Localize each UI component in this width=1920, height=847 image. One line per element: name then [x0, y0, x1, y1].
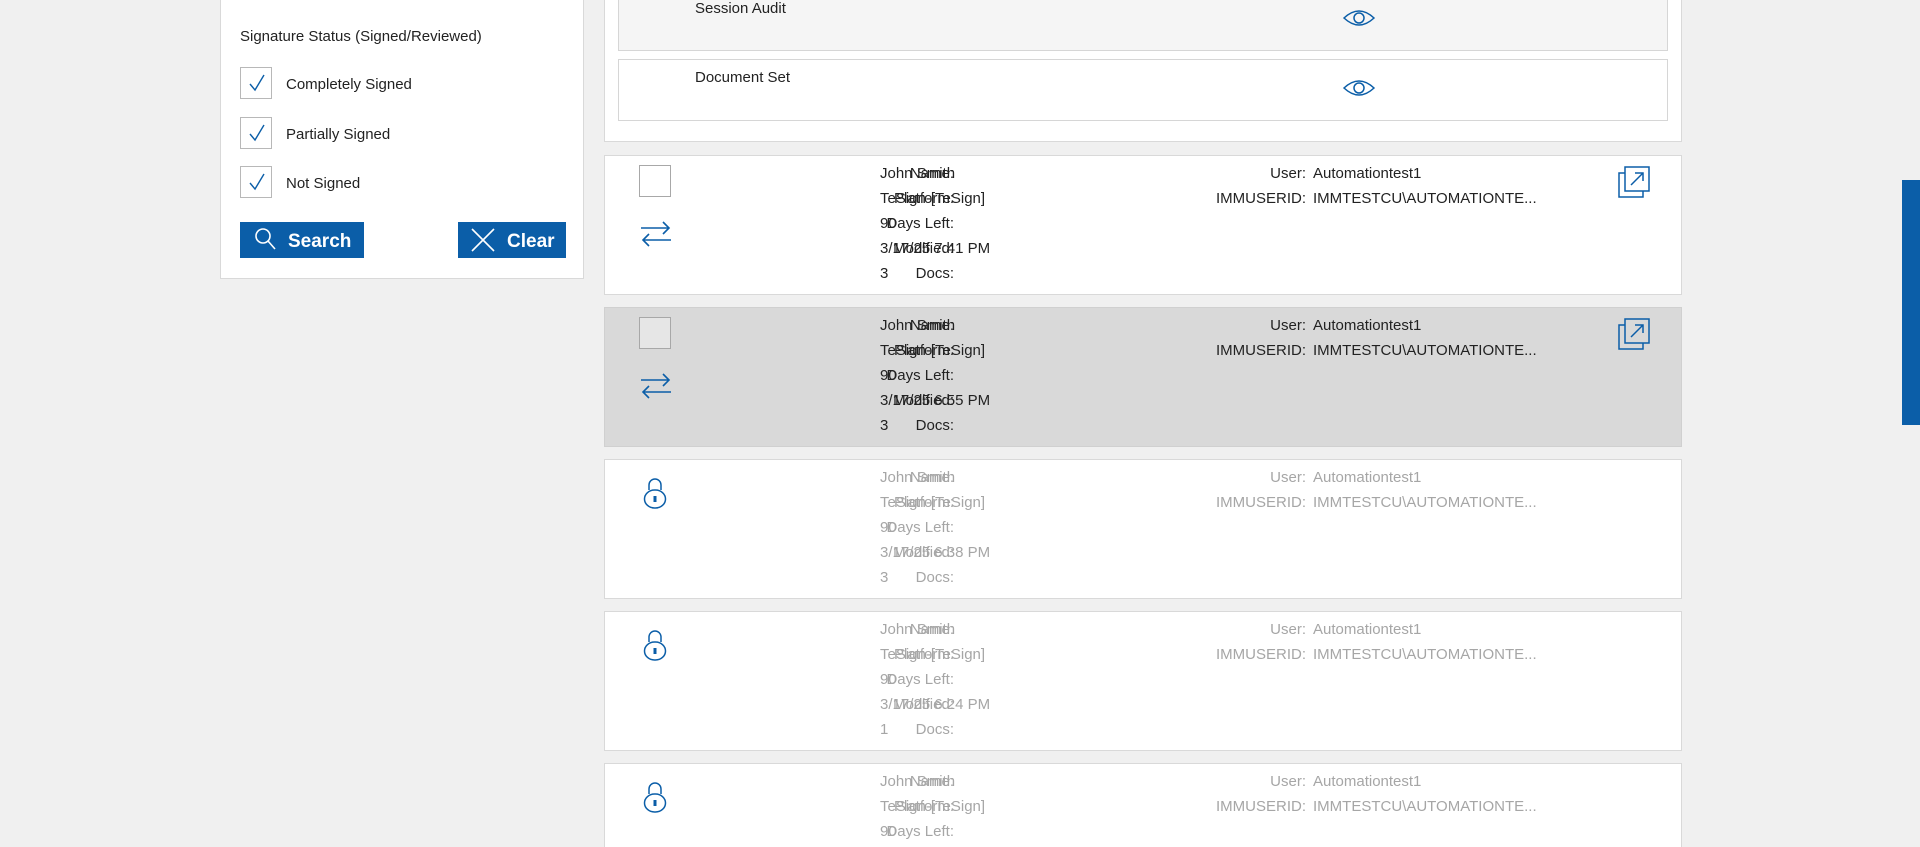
days-left-value: 90 — [880, 367, 897, 384]
filter-title: Signature Status (Signed/Reviewed) — [240, 28, 482, 45]
partially-signed-label: Partially Signed — [286, 126, 391, 143]
user-value: Automationtest1 — [1313, 773, 1422, 790]
clear-button-label: Clear — [507, 231, 555, 252]
clear-button[interactable]: Clear — [458, 222, 566, 258]
session-card[interactable]: Name: John Smith Platform: TeSign-[TeSig… — [604, 307, 1682, 447]
search-button-label: Search — [288, 231, 352, 252]
lock-icon — [643, 630, 667, 661]
days-left-value: 90 — [880, 519, 897, 536]
lock-icon — [643, 478, 667, 509]
platform-value: TeSign-[TeSign] — [880, 190, 986, 207]
immuserid-value: IMMTESTCU\AUTOMATIONTE... — [1313, 646, 1537, 663]
check-icon — [249, 74, 265, 92]
immuserid-label: IMMUSERID: — [1216, 798, 1306, 815]
docs-value: 3 — [880, 569, 889, 586]
not-signed-checkbox[interactable] — [240, 166, 272, 198]
name-value: John Smith — [880, 621, 956, 638]
days-left-value: 90 — [880, 215, 897, 232]
docs-value: 3 — [880, 265, 889, 282]
lock-icon — [643, 782, 667, 813]
immuserid-label: IMMUSERID: — [1216, 646, 1306, 663]
session-card: Name: John Smith Platform: TeSign-[TeSig… — [604, 611, 1682, 751]
session-select-checkbox[interactable] — [639, 165, 671, 197]
docs-label: Docs: — [915, 265, 954, 282]
platform-value: TeSign-[TeSign] — [880, 646, 986, 663]
session-card: Name: John Smith Platform: TeSign-[TeSig… — [604, 763, 1682, 847]
completely-signed-label: Completely Signed — [286, 76, 412, 93]
user-value: Automationtest1 — [1313, 621, 1422, 638]
partially-signed-checkbox[interactable] — [240, 117, 272, 149]
immuserid-value: IMMTESTCU\AUTOMATIONTE... — [1313, 798, 1537, 815]
docs-label: Docs: — [915, 417, 954, 434]
open-external-icon[interactable] — [1617, 317, 1651, 351]
check-icon — [249, 173, 265, 191]
user-label: User: — [1270, 165, 1306, 182]
swap-arrows-icon[interactable] — [639, 371, 673, 401]
days-left-value: 90 — [880, 823, 897, 840]
name-value: John Smith — [880, 773, 956, 790]
docs-label: Docs: — [915, 569, 954, 586]
not-signed-label: Not Signed — [286, 175, 361, 192]
document-row-document-set: Document Set — [618, 59, 1668, 121]
immuserid-value: IMMTESTCU\AUTOMATIONTE... — [1313, 494, 1537, 511]
platform-value: TeSign-[TeSign] — [880, 798, 986, 815]
check-icon — [249, 124, 265, 142]
days-left-value: 90 — [880, 671, 897, 688]
immuserid-label: IMMUSERID: — [1216, 342, 1306, 359]
immuserid-value: IMMTESTCU\AUTOMATIONTE... — [1313, 190, 1537, 207]
user-label: User: — [1270, 469, 1306, 486]
immuserid-label: IMMUSERID: — [1216, 190, 1306, 207]
user-value: Automationtest1 — [1313, 165, 1422, 182]
immuserid-value: IMMTESTCU\AUTOMATIONTE... — [1313, 342, 1537, 359]
document-title: Session Audit — [695, 0, 786, 17]
document-row-session-audit: Session Audit — [618, 0, 1668, 51]
open-external-icon[interactable] — [1617, 165, 1651, 199]
document-list-panel: Session Audit Document Set — [604, 0, 1682, 142]
document-title: Document Set — [695, 69, 791, 86]
completely-signed-checkbox[interactable] — [240, 67, 272, 99]
docs-label: Docs: — [915, 721, 954, 738]
user-label: User: — [1270, 317, 1306, 334]
session-card[interactable]: Name: John Smith Platform: TeSign-[TeSig… — [604, 155, 1682, 295]
modified-value: 3/17/25 6:24 PM — [880, 696, 991, 713]
name-value: John Smith — [880, 165, 956, 182]
name-value: John Smith — [880, 317, 956, 334]
user-label: User: — [1270, 773, 1306, 790]
session-select-checkbox[interactable] — [639, 317, 671, 349]
docs-value: 3 — [880, 417, 889, 434]
platform-value: TeSign-[TeSign] — [880, 342, 986, 359]
close-icon — [471, 228, 495, 252]
eye-icon[interactable] — [1342, 8, 1376, 28]
side-panel-tab[interactable] — [1902, 180, 1920, 425]
session-card: Name: John Smith Platform: TeSign-[TeSig… — [604, 459, 1682, 599]
user-label: User: — [1270, 621, 1306, 638]
docs-value: 1 — [880, 721, 889, 738]
modified-value: 3/17/25 7:41 PM — [880, 240, 991, 257]
modified-value: 3/17/25 6:55 PM — [880, 392, 991, 409]
user-value: Automationtest1 — [1313, 317, 1422, 334]
search-button[interactable]: Search — [240, 222, 364, 258]
search-icon — [255, 228, 276, 250]
name-value: John Smith — [880, 469, 956, 486]
user-value: Automationtest1 — [1313, 469, 1422, 486]
modified-value: 3/17/25 6:38 PM — [880, 544, 991, 561]
swap-arrows-icon[interactable] — [639, 219, 673, 249]
immuserid-label: IMMUSERID: — [1216, 494, 1306, 511]
eye-icon[interactable] — [1342, 78, 1376, 98]
platform-value: TeSign-[TeSign] — [880, 494, 986, 511]
signature-status-filter-panel: Signature Status (Signed/Reviewed) Compl… — [220, 0, 584, 279]
